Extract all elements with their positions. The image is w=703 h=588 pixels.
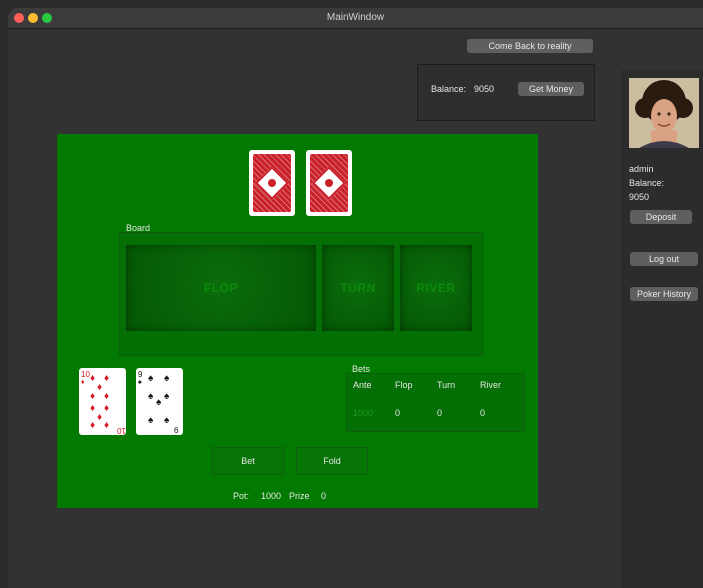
main-window: MainWindow Come Back to reality Balance:… [8,8,703,588]
spade-icon: ♠ [164,391,170,402]
spade-icon: ♠ [164,415,170,426]
spade-icon: ♠ [164,373,170,384]
bets-header: Turn [437,380,456,390]
user-photo-icon [629,78,699,148]
window-title: MainWindow [326,12,385,23]
user-sidebar: admin Balance: 9050 Deposit Log out Poke… [622,70,703,588]
diamond-icon: ♦ [97,412,103,423]
diamond-icon: ♦ [90,391,96,402]
flop-slot: FLOP [126,245,316,331]
deposit-button[interactable]: Deposit [630,210,692,224]
dealer-card-back [249,150,295,216]
bets-header: Ante [353,380,372,390]
pot-label: Pot: [233,491,250,501]
get-money-button[interactable]: Get Money [518,82,584,96]
card-rank: 10 [117,426,126,435]
diamond-icon: ♦ [104,420,110,431]
flop-bet-value: 0 [395,408,401,418]
fold-button[interactable]: Fold [296,447,368,475]
diamond-icon: ♦ [90,403,96,414]
turn-label: TURN [340,281,376,295]
diamond-icon: ♦ [97,382,103,393]
sidebar-balance-value: 9050 [629,192,650,202]
logout-button[interactable]: Log out [630,252,698,266]
diamond-icon: ♦ [90,373,96,384]
spade-icon: ♠ [148,391,154,402]
poker-history-button[interactable]: Poker History [630,287,698,301]
diamond-icon: ♦ [104,391,110,402]
player-card: 10 ♦ ♦ ♦ ♦ ♦ ♦ ♦ ♦ ♦ ♦ ♦ 10 [79,368,126,435]
ante-value[interactable]: 1000 [353,408,373,418]
card-rank: 9 [174,425,179,434]
diamond-icon: ♦ [104,403,110,414]
card-suit: ♦ [81,379,85,386]
spade-icon: ♠ [148,373,154,384]
username: admin [629,164,654,174]
title-bar: MainWindow [8,8,703,29]
turn-slot: TURN [322,245,394,331]
prize-value: 0 [321,491,327,501]
pot-value: 1000 [261,491,282,501]
bets-header: River [480,380,502,390]
river-bet-value: 0 [480,408,486,418]
poker-table: Board FLOP TURN RIVER 10 ♦ ♦ ♦ ♦ ♦ ♦ ♦ ♦… [57,134,538,508]
sidebar-balance-label: Balance: [629,178,665,188]
dealer-card-back [306,150,352,216]
come-back-button[interactable]: Come Back to reality [467,39,593,53]
diamond-icon: ♦ [104,373,110,384]
bets-header: Flop [395,380,413,390]
bets-table: Ante Flop Turn River 1000 0 0 0 [346,373,525,432]
flop-label: FLOP [204,281,238,295]
avatar [629,78,699,148]
balance-panel: Balance: 9050 Get Money [417,64,595,121]
bet-button[interactable]: Bet [212,447,284,475]
player-card: 9 ♠ ♠ ♠ ♠ ♠ ♠ ♠ ♠ 9 [136,368,183,435]
balance-label: Balance: [431,84,467,94]
diamond-icon: ♦ [90,420,96,431]
prize-label: Prize [289,491,310,501]
spade-icon: ♠ [148,415,154,426]
river-label: RIVER [416,281,456,295]
river-slot: RIVER [400,245,472,331]
card-suit: ♠ [138,379,142,386]
turn-bet-value: 0 [437,408,443,418]
board-area: FLOP TURN RIVER [119,232,483,356]
spade-icon: ♠ [156,397,162,408]
balance-value: 9050 [474,84,495,94]
